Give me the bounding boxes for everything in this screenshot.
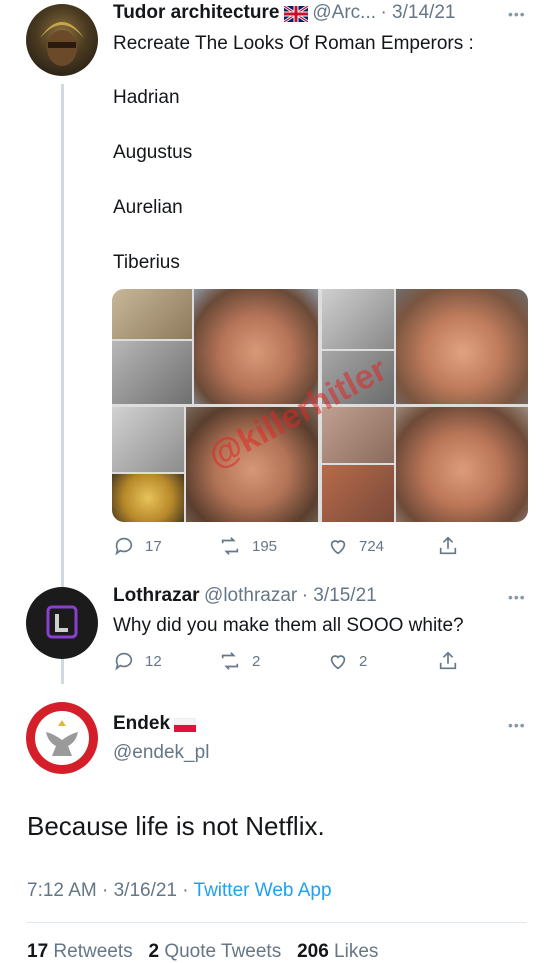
- letter-l-logo-icon: [46, 605, 78, 639]
- reply-icon: [115, 652, 133, 671]
- retweet-count: 2: [252, 652, 261, 670]
- share-button[interactable]: [437, 650, 459, 672]
- likes-label: Likes: [334, 941, 379, 962]
- bust-image: [112, 289, 192, 339]
- reply-button[interactable]: 17: [113, 535, 162, 557]
- retweet-button[interactable]: 195: [218, 535, 277, 557]
- more-options-icon[interactable]: •••: [508, 717, 526, 733]
- quote-tweets-count: 2: [148, 941, 160, 962]
- like-button[interactable]: 724: [327, 535, 384, 557]
- heart-icon: [330, 655, 346, 670]
- bust-image: [322, 289, 394, 349]
- bust-image: [112, 407, 184, 472]
- quote-tweets-stat[interactable]: 2 Quote Tweets: [148, 941, 286, 962]
- avatar-lothrazar[interactable]: [26, 587, 98, 659]
- portrait-image: [396, 289, 528, 404]
- display-name[interactable]: Tudor architecture: [113, 2, 279, 23]
- focused-tweet-text: Because life is not Netflix.: [27, 811, 325, 841]
- like-count: 2: [359, 652, 368, 670]
- share-icon: [439, 536, 457, 555]
- handle[interactable]: @Arc...: [312, 2, 376, 23]
- retweets-label: Retweets: [53, 941, 133, 962]
- handle[interactable]: @endek_pl: [113, 742, 209, 764]
- emperor-name: Hadrian: [113, 87, 180, 108]
- share-button[interactable]: [437, 535, 459, 557]
- display-name[interactable]: Endek: [113, 713, 170, 734]
- uk-flag-icon: [283, 5, 308, 22]
- likes-stat[interactable]: 206 Likes: [297, 941, 378, 962]
- bust-image: [112, 341, 192, 404]
- poland-flag-icon: [174, 717, 197, 732]
- more-options-icon[interactable]: •••: [508, 6, 526, 22]
- retweet-icon: [221, 652, 239, 670]
- coin-image: [112, 474, 184, 522]
- white-eagle-icon: [35, 711, 89, 765]
- retweets-stat[interactable]: 17 Retweets: [27, 941, 138, 962]
- divider: [27, 922, 527, 923]
- handle[interactable]: @lothrazar: [204, 585, 297, 606]
- retweet-icon: [221, 537, 239, 555]
- heart-icon: [330, 540, 346, 555]
- quote-tweets-label: Quote Tweets: [164, 941, 282, 962]
- portrait-image: [396, 407, 528, 522]
- avatar-tudor[interactable]: [26, 4, 98, 76]
- share-icon: [439, 651, 457, 670]
- tweet-text: Recreate The Looks Of Roman Emperors :: [113, 33, 474, 54]
- avatar-endek[interactable]: [26, 702, 98, 774]
- helmet-icon: [40, 22, 84, 66]
- tweet-source-link[interactable]: Twitter Web App: [194, 880, 332, 901]
- emperor-name: Tiberius: [113, 252, 180, 273]
- emperor-name: Augustus: [113, 142, 193, 163]
- tweet-media[interactable]: @killerhitler: [112, 289, 528, 522]
- like-count: 724: [359, 537, 385, 555]
- tweet-text: Why did you make them all SOOO white?: [113, 615, 464, 636]
- reply-button[interactable]: 12: [113, 650, 162, 672]
- reply-count: 12: [145, 652, 162, 670]
- display-name[interactable]: Lothrazar: [113, 585, 200, 606]
- likes-count: 206: [297, 941, 329, 962]
- retweets-count: 17: [27, 941, 49, 962]
- retweet-button[interactable]: 2: [218, 650, 260, 672]
- bust-image: [322, 465, 394, 522]
- like-button[interactable]: 2: [327, 650, 367, 672]
- emperor-name: Aurelian: [113, 197, 183, 218]
- tweet-date[interactable]: · 3/15/21: [302, 585, 377, 606]
- reply-count: 17: [145, 537, 162, 555]
- reply-icon: [115, 537, 133, 556]
- more-options-icon[interactable]: •••: [508, 589, 526, 605]
- portrait-image: [194, 289, 318, 404]
- tweet-date[interactable]: · 3/14/21: [380, 2, 455, 23]
- retweet-count: 195: [252, 537, 278, 555]
- tweet-timestamp[interactable]: 7:12 AM · 3/16/21 ·: [27, 880, 194, 901]
